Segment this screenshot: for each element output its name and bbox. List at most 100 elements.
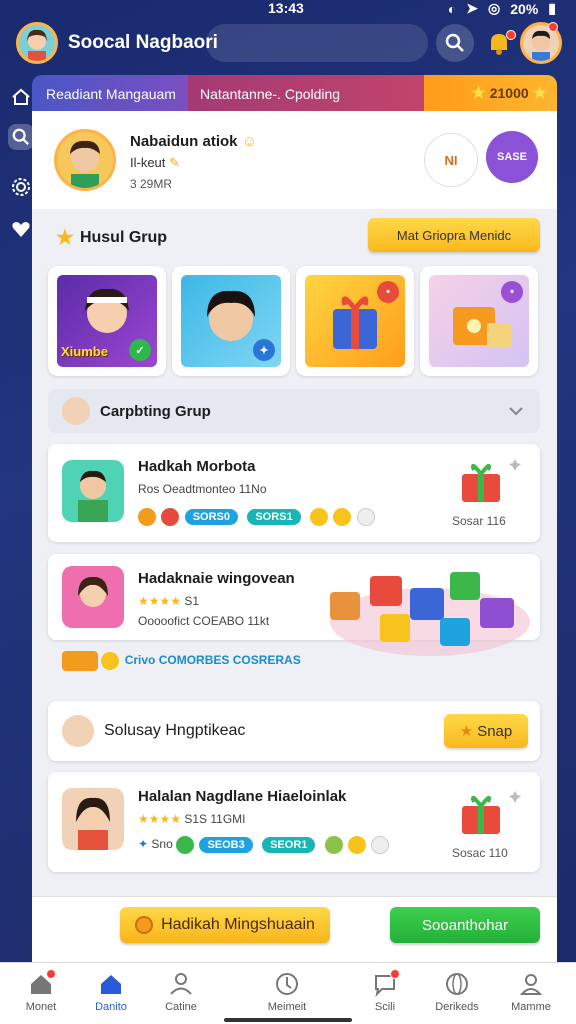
card-extra: Sno <box>151 837 173 852</box>
coin-icon <box>324 836 343 854</box>
tile-image-portrait: ✦ <box>181 275 281 367</box>
level-badge[interactable]: SASE <box>486 131 538 183</box>
group-tile[interactable]: • <box>296 266 414 376</box>
tile-label: Xiumbe <box>61 344 108 359</box>
arrow-icon: ✦ <box>138 837 149 852</box>
nav-badge <box>46 969 56 979</box>
group-card[interactable]: Hadkah Morbota Ros Oeadtmonteo 11No SORS… <box>48 444 540 542</box>
girl-avatar-icon <box>27 29 47 61</box>
nav-label: Mamme <box>511 1001 551 1013</box>
battery-text: 20% <box>510 0 539 17</box>
group-tile[interactable]: ✦ <box>172 266 290 376</box>
main-panel: Nabaidun atiok ☺ Il-keut ✎ 3 29MR NI SAS… <box>32 111 557 962</box>
notification-dot <box>506 30 516 40</box>
gift-pile-icon <box>330 572 530 656</box>
nav-item-monet[interactable]: Monet <box>6 969 76 1013</box>
star-icon: ★ <box>459 723 474 740</box>
profile-name: Nabaidun atiok ☺ <box>130 133 258 150</box>
card-badges: SORS0 SORS1 <box>138 508 377 526</box>
wifi-icon: ◎ <box>488 0 501 16</box>
card-title: Hadaknaie wingovean <box>138 570 295 587</box>
coin-icon <box>62 651 98 671</box>
coin-icon <box>161 508 180 526</box>
footer-bar: Hadikah Mingshuaain Sooanthohar <box>32 896 557 962</box>
card-pill: SEOB3 <box>199 837 253 854</box>
star-rating-icon: ★★★★ <box>138 812 182 826</box>
nav-item-meimeit[interactable]: Meimeit <box>252 971 322 1013</box>
coin-icon <box>135 916 154 934</box>
card-avatar <box>62 566 124 628</box>
heart-icon <box>12 222 30 237</box>
notification-button[interactable] <box>484 28 516 58</box>
profile-avatar[interactable] <box>54 129 116 191</box>
status-time: 13:43 <box>268 0 304 16</box>
app-header: Soocal Nagbaori <box>0 20 576 70</box>
nav-item-mamme[interactable]: Mamme <box>496 971 566 1013</box>
rank-badge[interactable]: NI <box>424 133 478 187</box>
side-settings-button[interactable] <box>8 174 34 200</box>
secondary-button-label: Sooanthohar <box>422 916 508 934</box>
collapsible-group-row[interactable]: Carpbting Grup <box>48 389 540 433</box>
group-card[interactable]: Hadaknaie wingovean ★★★★ S1 Ooooofict CO… <box>48 554 540 656</box>
nav-item-catine[interactable]: Catine <box>146 971 216 1013</box>
tab-coins[interactable]: ★ 21000 ★ <box>424 75 557 111</box>
gift-pile-illustration <box>310 562 530 662</box>
group-card[interactable]: Halalan Nagdlane Hiaeloinlak ★★★★ S1S 11… <box>48 772 540 872</box>
globe-icon <box>444 971 470 997</box>
primary-action-button[interactable]: Hadikah Mingshuaain <box>120 907 330 943</box>
card-right-text: Sosar 116 <box>452 514 506 528</box>
section-avatar <box>62 715 94 747</box>
section-two-label: Solusay Hngptikeac <box>104 722 246 739</box>
side-search-button[interactable] <box>8 124 34 150</box>
card-title: Hadkah Morbota <box>138 458 256 475</box>
tab-readiant[interactable]: Readiant Mangauam <box>32 75 188 111</box>
card-rating: ★★★★ S1 <box>138 594 199 608</box>
card-pill: SEOR1 <box>262 837 316 854</box>
card-badges: ✦ Sno SEOB3 SEOR1 <box>138 836 391 854</box>
pencil-icon: ✎ <box>169 155 180 170</box>
card-avatar <box>62 460 124 522</box>
group-tile[interactable]: • <box>420 266 538 376</box>
alarm-icon: ◐ <box>447 0 457 17</box>
nav-label: Catine <box>165 1001 197 1013</box>
gift-icon <box>456 458 508 506</box>
nav-label: Derikeds <box>435 1001 479 1013</box>
secondary-action-button[interactable]: Sooanthohar <box>390 907 540 943</box>
nav-item-derikeds[interactable]: Derikeds <box>422 971 492 1013</box>
section-button-label: Mat Griopra Menidc <box>396 227 512 243</box>
side-favorites-button[interactable] <box>8 216 34 242</box>
group-avatar <box>62 397 90 425</box>
nav-item-danito[interactable]: Danito <box>76 971 146 1013</box>
nav-item-scili[interactable]: Scili <box>350 969 420 1013</box>
chevron-down-icon[interactable] <box>506 401 526 421</box>
home-active-icon <box>98 971 124 997</box>
nav-badge <box>390 969 400 979</box>
search-button[interactable] <box>436 24 474 62</box>
search-bar[interactable] <box>206 24 428 62</box>
emoji-icon: ☺ <box>241 133 258 150</box>
boy-avatar-icon <box>78 470 108 522</box>
profile-icon <box>518 971 544 997</box>
profile-card: Nabaidun atiok ☺ Il-keut ✎ 3 29MR NI SAS… <box>32 111 557 209</box>
group-action-button[interactable]: Mat Griopra Menidc <box>368 218 540 252</box>
people-icon <box>168 971 194 997</box>
girl-avatar-icon <box>76 797 110 850</box>
star-icon: ★ <box>56 227 74 249</box>
nav-label: Meimeit <box>267 1001 307 1013</box>
group-tile[interactable]: Xiumbe ✓ <box>48 266 166 376</box>
tab-label: Natantanne-. Cpolding <box>200 86 341 102</box>
snap-button[interactable]: ★ Snap <box>444 714 528 748</box>
star-icon: ★ <box>471 85 486 102</box>
profile-subtitle: Il-keut ✎ <box>130 155 180 170</box>
section-title-group: ★ Husul Grup <box>56 225 167 250</box>
app-avatar[interactable] <box>16 22 58 64</box>
tab-natantanne[interactable]: Natantanne-. Cpolding <box>188 75 424 111</box>
pin-icon[interactable] <box>508 790 522 804</box>
side-home-button[interactable] <box>8 84 34 110</box>
pin-icon[interactable] <box>508 458 522 472</box>
card-meta-two: Ooooofict COEABO 11kt <box>138 614 270 628</box>
card-pill: SORS1 <box>247 509 301 526</box>
primary-button-label: Hadikah Mingshuaain <box>161 916 315 933</box>
tile-image-gift: • <box>305 275 405 367</box>
nav-label: Monet <box>25 1001 57 1013</box>
